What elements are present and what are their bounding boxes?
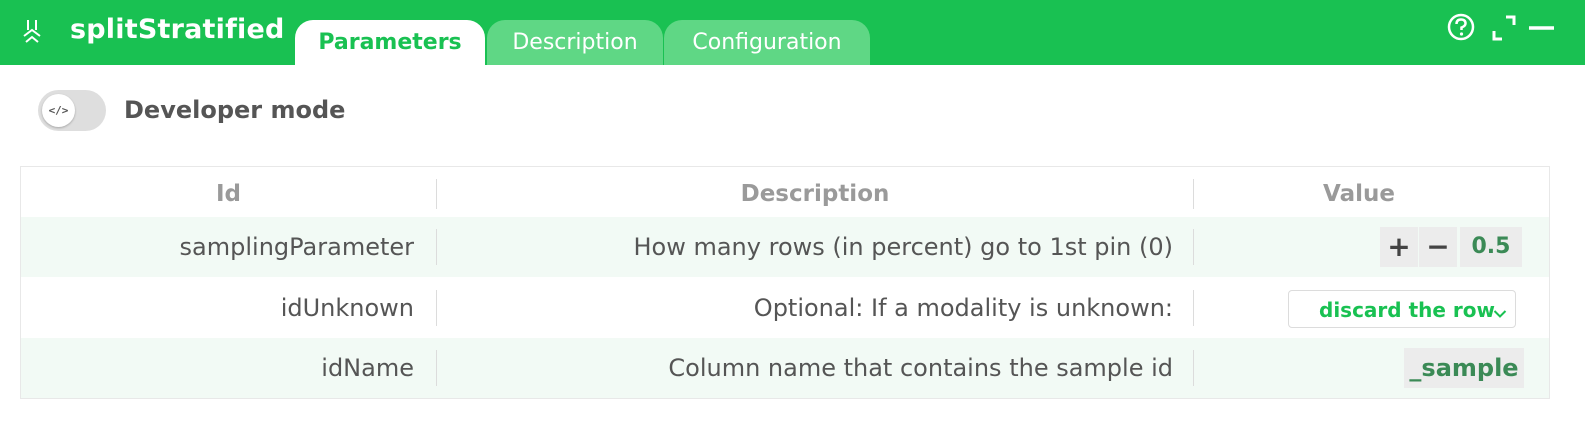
param-description: Column name that contains the sample id	[668, 354, 1173, 382]
parameters-table: Id Description Value samplingParameter H…	[20, 166, 1550, 399]
cell-divider	[1193, 350, 1194, 386]
chevron-down-icon	[1493, 304, 1507, 318]
minimize-icon[interactable]	[1527, 12, 1559, 44]
split-icon	[20, 18, 44, 46]
id-unknown-select[interactable]: discard the row	[1288, 290, 1516, 328]
tab-configuration[interactable]: Configuration	[664, 20, 870, 65]
column-header-value: Value	[1323, 181, 1395, 207]
column-header-id: Id	[215, 181, 242, 207]
cell-divider	[1193, 229, 1194, 265]
increment-button[interactable]: +	[1380, 227, 1418, 267]
help-icon[interactable]	[1445, 12, 1477, 44]
table-row: samplingParameter How many rows (in perc…	[21, 217, 1549, 277]
column-header-description: Description	[740, 181, 890, 207]
select-value: discard the row	[1319, 298, 1495, 322]
developer-mode-label: Developer mode	[124, 96, 346, 124]
sampling-value-input[interactable]: 0.5	[1460, 227, 1522, 267]
header-bar: splitStratified Parameters Description C…	[0, 0, 1585, 65]
app-title: splitStratified	[70, 14, 285, 45]
param-id: samplingParameter	[179, 233, 414, 261]
cell-divider	[1193, 290, 1194, 326]
table-row: idName Column name that contains the sam…	[21, 338, 1549, 398]
param-description: Optional: If a modality is unknown:	[753, 294, 1173, 322]
param-description: How many rows (in percent) go to 1st pin…	[633, 233, 1173, 261]
id-name-input[interactable]: _sample	[1404, 348, 1524, 388]
developer-mode-toggle[interactable]: </>	[38, 90, 106, 131]
param-id: idName	[321, 354, 414, 382]
table-row: idUnknown Optional: If a modality is unk…	[21, 278, 1549, 338]
expand-icon[interactable]	[1488, 12, 1520, 44]
tab-parameters[interactable]: Parameters	[295, 20, 485, 65]
code-icon: </>	[42, 94, 75, 127]
decrement-button[interactable]: −	[1419, 227, 1457, 267]
tab-description[interactable]: Description	[487, 20, 663, 65]
param-id: idUnknown	[280, 294, 414, 322]
